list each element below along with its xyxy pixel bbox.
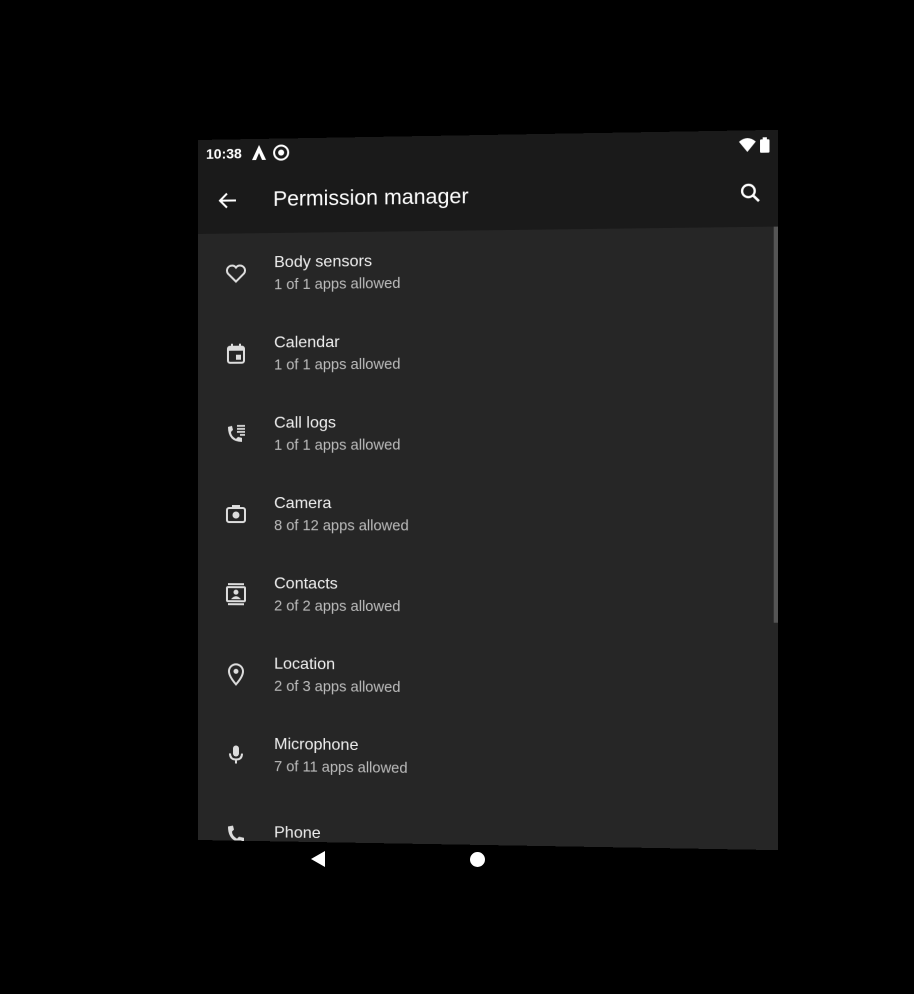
permission-item-call-logs[interactable]: Call logs 1 of 1 apps allowed [198,391,778,474]
permission-summary: 8 of 12 apps allowed [274,518,409,534]
navigation-bar [0,834,914,884]
arrow-back-icon [218,190,238,210]
calendar-icon [198,341,274,366]
status-time: 10:38 [206,145,242,162]
call-log-icon [198,422,274,446]
permission-summary: 1 of 1 apps allowed [274,275,400,292]
permission-summary: 2 of 3 apps allowed [274,678,400,695]
permission-label: Camera [274,495,409,513]
search-button[interactable] [723,182,778,203]
heart-icon [198,261,274,286]
camera-icon [198,502,274,526]
scrollbar[interactable] [774,227,778,623]
permission-label: Call logs [274,414,400,433]
battery-icon [760,137,769,153]
contacts-icon [198,582,274,606]
app-bar: Permission manager [198,159,778,234]
triangle-back-icon [310,850,326,868]
permission-summary: 1 of 1 apps allowed [274,356,400,373]
permission-list[interactable]: Body sensors 1 of 1 apps allowed Calenda… [198,227,778,851]
search-icon [740,183,761,204]
permission-summary: 1 of 1 apps allowed [274,437,400,453]
permission-label: Microphone [274,735,407,755]
phone-screen: 10:38 Permission manager Body sensors 1 … [198,130,778,850]
page-title: Permission manager [273,181,723,212]
back-button[interactable] [198,190,258,211]
wifi-icon [739,137,756,152]
permission-label: Body sensors [274,252,400,272]
app-notification-icon [250,144,268,162]
sync-notification-icon [272,143,290,161]
microphone-icon [198,742,274,767]
nav-home-button[interactable] [470,852,485,867]
location-pin-icon [198,662,274,687]
permission-summary: 2 of 2 apps allowed [274,598,400,615]
permission-label: Location [274,655,400,674]
nav-back-button[interactable] [310,850,326,868]
permission-item-calendar[interactable]: Calendar 1 of 1 apps allowed [198,309,778,394]
permission-item-location[interactable]: Location 2 of 3 apps allowed [198,634,778,720]
permission-item-contacts[interactable]: Contacts 2 of 2 apps allowed [198,554,778,638]
permission-item-microphone[interactable]: Microphone 7 of 11 apps allowed [198,714,778,803]
permission-item-camera[interactable]: Camera 8 of 12 apps allowed [198,474,778,556]
permission-summary: 7 of 11 apps allowed [274,759,407,777]
permission-label: Calendar [274,333,400,352]
permission-item-body-sensors[interactable]: Body sensors 1 of 1 apps allowed [198,227,778,314]
permission-label: Contacts [274,575,400,594]
